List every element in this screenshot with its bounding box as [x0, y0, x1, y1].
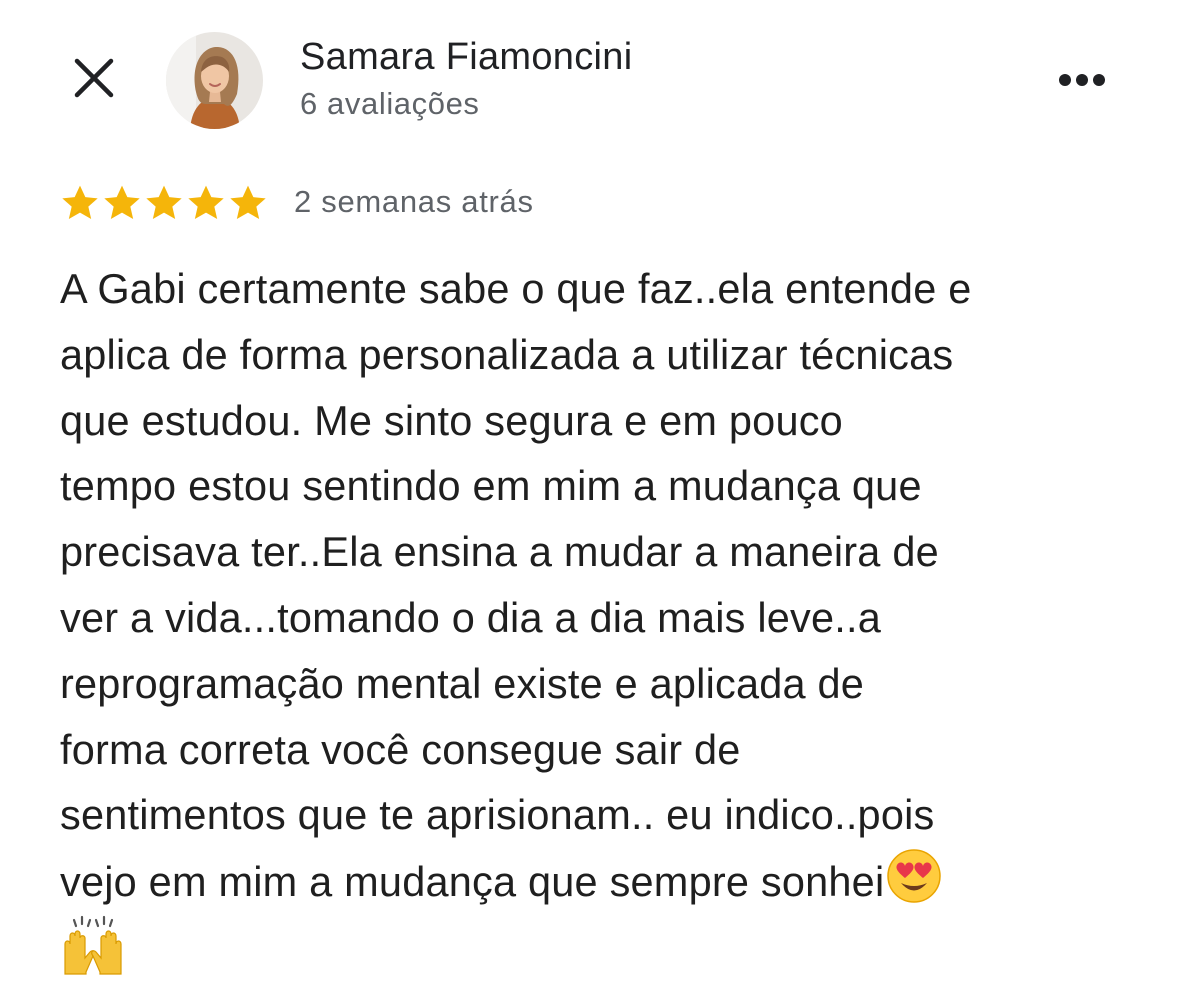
star-rating — [60, 183, 268, 223]
star-icon — [104, 185, 140, 219]
review-line: aplica de forma personalizada a utilizar… — [60, 330, 954, 378]
raising-hands-emoji-icon — [60, 914, 126, 981]
review-line-text: vejo em mim a mudança que sempre sonhei — [60, 858, 885, 906]
more-options-button[interactable] — [1052, 62, 1112, 98]
close-button[interactable] — [66, 50, 122, 106]
heart-eyes-emoji-icon — [887, 849, 942, 903]
review-date: 2 semanas atrás — [294, 184, 534, 219]
review-line: que estudou. Me sinto segura e em pouco — [60, 396, 843, 444]
close-icon — [74, 58, 114, 98]
author-name[interactable]: Samara Fiamoncini — [300, 36, 632, 79]
review-line: ver a vida...tomando o dia a dia mais le… — [60, 593, 882, 641]
avatar[interactable] — [166, 32, 263, 129]
star-icon — [62, 185, 98, 219]
more-horizontal-icon — [1059, 74, 1105, 86]
star-icon — [188, 185, 224, 219]
review-line: forma correta você consegue sair de — [60, 725, 741, 773]
review-count: 6 avaliações — [300, 86, 480, 121]
review-line: sentimentos que te aprisionam.. eu indic… — [60, 791, 935, 839]
review-text: A Gabi certamente sabe o que faz..ela en… — [60, 256, 1150, 914]
profile-photo — [166, 32, 263, 129]
review-line: tempo estou sentindo em mim a mudança qu… — [60, 462, 922, 510]
star-icon — [146, 185, 182, 219]
review-line-last: vejo em mim a mudança que sempre sonhei — [60, 848, 1150, 914]
star-icon — [230, 185, 266, 219]
review-line: A Gabi certamente sabe o que faz..ela en… — [60, 265, 972, 312]
review-line: reprogramação mental existe e aplicada d… — [60, 659, 865, 707]
review-line: precisava ter..Ela ensina a mudar a mane… — [60, 528, 939, 576]
